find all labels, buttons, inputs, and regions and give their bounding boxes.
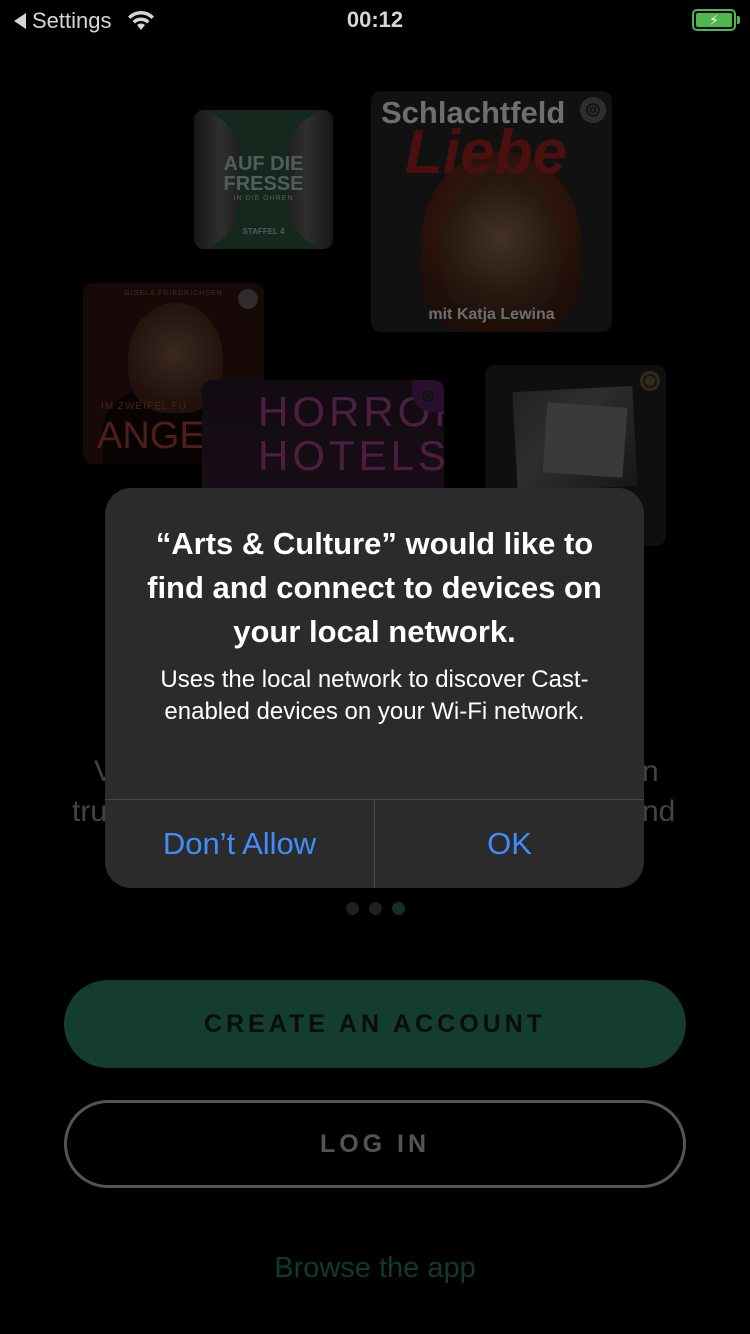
local-network-permission-alert: “Arts & Culture” would like to find and …: [105, 488, 644, 888]
dont-allow-button[interactable]: Don’t Allow: [105, 800, 374, 888]
status-bar: Settings 00:12 ⚡: [0, 0, 750, 40]
battery-icon: ⚡: [692, 9, 740, 31]
status-time: 00:12: [346, 7, 404, 32]
ok-button[interactable]: OK: [375, 800, 644, 888]
alert-title: “Arts & Culture” would like to find and …: [147, 526, 602, 649]
charging-bolt-icon: ⚡: [709, 12, 719, 28]
alert-message: Uses the local network to discover Cast-…: [160, 666, 589, 725]
